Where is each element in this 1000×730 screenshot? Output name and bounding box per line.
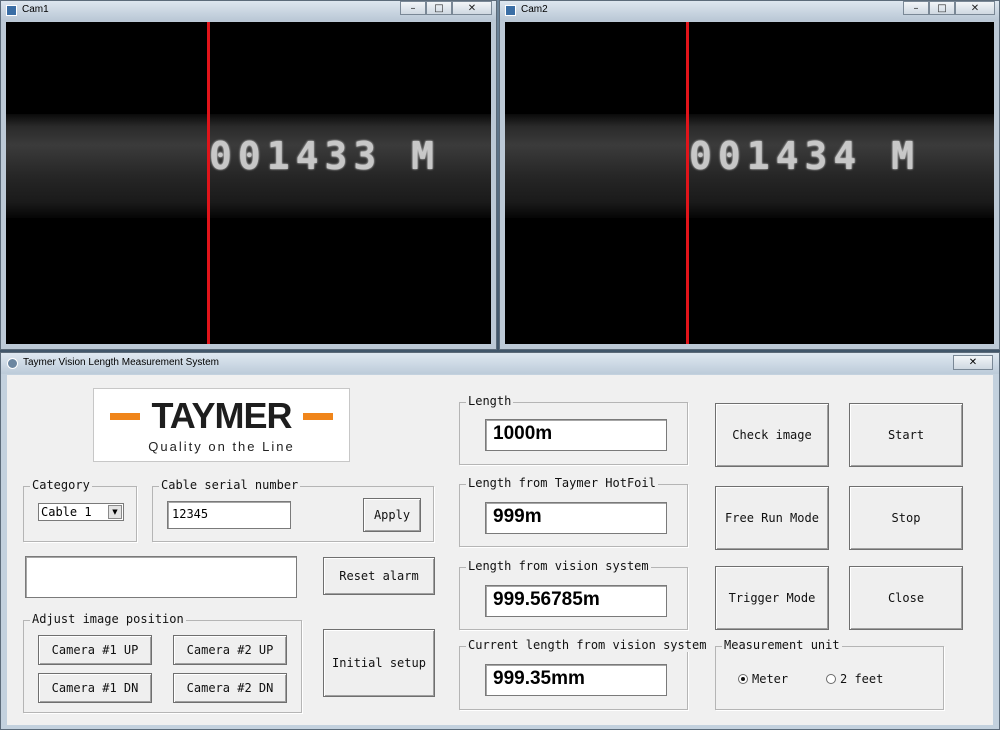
- close-app-button[interactable]: Close: [849, 566, 963, 630]
- length-value: 1000m: [493, 423, 553, 444]
- taymer-logo: TAYMER Quality on the Line: [93, 388, 350, 462]
- maximize-button[interactable]: □: [426, 1, 452, 15]
- vision-length-display: 999.56785m: [485, 585, 667, 617]
- feet-radio[interactable]: 2 feet: [826, 672, 883, 686]
- vision-length-value: 999.56785m: [493, 589, 600, 610]
- free-run-mode-button[interactable]: Free Run Mode: [715, 486, 829, 550]
- logo-tagline: Quality on the Line: [148, 439, 295, 454]
- cam2-titlebar[interactable]: Cam2 – □ ✕: [500, 1, 999, 21]
- close-button[interactable]: ✕: [955, 1, 995, 15]
- category-group: Category Cable 1 ▼: [23, 478, 137, 542]
- hotfoil-length-value: 999m: [493, 506, 542, 527]
- vision-length-group: Length from vision system 999.56785m: [459, 559, 688, 630]
- main-client-area: TAYMER Quality on the Line Category Cabl…: [7, 375, 993, 725]
- start-button[interactable]: Start: [849, 403, 963, 467]
- hotfoil-label: Length from Taymer HotFoil: [466, 476, 658, 490]
- trigger-mode-button[interactable]: Trigger Mode: [715, 566, 829, 630]
- cable-print-text: 001433 M: [209, 134, 441, 178]
- hotfoil-length-group: Length from Taymer HotFoil 999m: [459, 476, 688, 547]
- chevron-down-icon[interactable]: ▼: [108, 505, 122, 519]
- category-selected: Cable 1: [41, 505, 92, 519]
- minimize-button[interactable]: –: [400, 1, 426, 15]
- length-display: 1000m: [485, 419, 667, 451]
- serial-value: 12345: [172, 507, 209, 521]
- maximize-button[interactable]: □: [929, 1, 955, 15]
- cam2-title: Cam2: [521, 4, 548, 15]
- measurement-unit-label: Measurement unit: [722, 638, 842, 652]
- radio-unselected-icon: [826, 674, 836, 684]
- measurement-unit-group: Measurement unit Meter 2 feet: [715, 638, 944, 710]
- check-image-button[interactable]: Check image: [715, 403, 829, 467]
- camera1-down-button[interactable]: Camera #1 DN: [38, 673, 152, 703]
- vision-label: Length from vision system: [466, 559, 651, 573]
- feet-label: 2 feet: [840, 672, 884, 686]
- measurement-line: [207, 22, 210, 344]
- meter-radio[interactable]: Meter: [738, 672, 788, 686]
- length-label: Length: [466, 394, 514, 408]
- cam1-window[interactable]: Cam1 – □ ✕ 001433 M: [0, 0, 497, 350]
- camera2-down-button[interactable]: Camera #2 DN: [173, 673, 287, 703]
- minimize-button[interactable]: –: [903, 1, 929, 15]
- adjust-image-group: Adjust image position Camera #1 UP Camer…: [23, 612, 302, 713]
- cam1-title: Cam1: [22, 4, 49, 15]
- length-group: Length 1000m: [459, 394, 688, 465]
- current-length-label: Current length from vision system: [466, 638, 709, 652]
- initial-setup-button[interactable]: Initial setup: [323, 629, 435, 697]
- camera2-up-button[interactable]: Camera #2 UP: [173, 635, 287, 665]
- main-window-title: Taymer Vision Length Measurement System: [23, 357, 220, 368]
- hotfoil-length-display: 999m: [485, 502, 667, 534]
- logo-brand: TAYMER: [151, 395, 292, 436]
- current-length-display: 999.35mm: [485, 664, 667, 696]
- current-length-group: Current length from vision system 999.35…: [459, 638, 709, 710]
- close-button[interactable]: ✕: [452, 1, 492, 15]
- camera1-up-button[interactable]: Camera #1 UP: [38, 635, 152, 665]
- cam1-image-view[interactable]: 001433 M: [6, 22, 491, 344]
- main-close-button[interactable]: ✕: [953, 355, 993, 370]
- category-label: Category: [30, 478, 92, 492]
- serial-label: Cable serial number: [159, 478, 301, 492]
- cable-print-text: 001434 M: [689, 134, 921, 178]
- app-icon: [7, 358, 18, 369]
- main-titlebar[interactable]: Taymer Vision Length Measurement System …: [1, 353, 999, 374]
- cam2-image-view[interactable]: 001434 M: [505, 22, 994, 344]
- cam2-window[interactable]: Cam2 – □ ✕ 001434 M: [499, 0, 1000, 350]
- current-length-value: 999.35mm: [493, 668, 585, 689]
- meter-label: Meter: [752, 672, 789, 686]
- cam1-titlebar[interactable]: Cam1 – □ ✕: [1, 1, 496, 21]
- apply-button[interactable]: Apply: [363, 498, 421, 532]
- serial-input[interactable]: 12345: [167, 501, 291, 529]
- stop-button[interactable]: Stop: [849, 486, 963, 550]
- camera-window-icon: [505, 5, 516, 16]
- measurement-line: [686, 22, 689, 344]
- radio-selected-icon: [738, 674, 748, 684]
- serial-group: Cable serial number 12345 Apply: [152, 478, 434, 542]
- main-window[interactable]: Taymer Vision Length Measurement System …: [0, 352, 1000, 730]
- category-dropdown[interactable]: Cable 1 ▼: [38, 503, 124, 521]
- reset-alarm-button[interactable]: Reset alarm: [323, 557, 435, 595]
- camera-window-icon: [6, 5, 17, 16]
- adjust-label: Adjust image position: [30, 612, 186, 626]
- alarm-display: [25, 556, 297, 598]
